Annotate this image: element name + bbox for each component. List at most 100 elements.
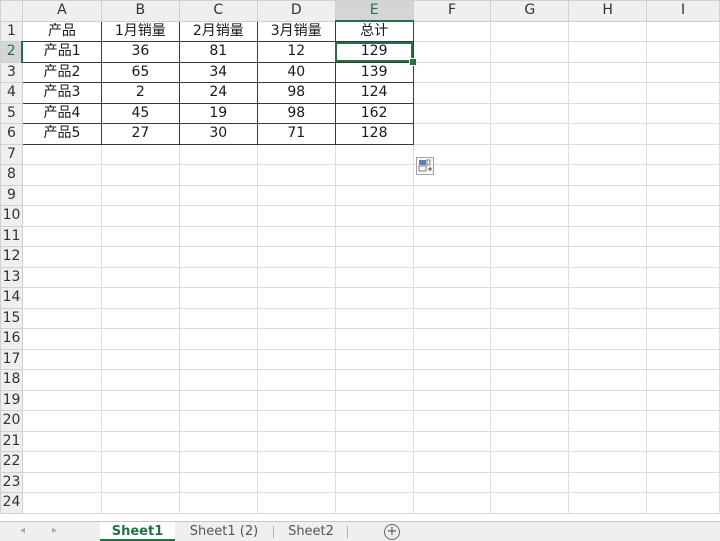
row-header[interactable]: 1 [0,20,23,42]
cell-h7[interactable] [568,143,648,165]
cell-d9[interactable] [256,184,336,206]
cell-a9[interactable] [21,184,102,206]
cell-c1[interactable]: 2月销量 [178,20,258,42]
cell-b7[interactable] [100,143,180,165]
cell-c18[interactable] [178,369,258,391]
row-header[interactable]: 8 [0,164,23,186]
cell-c14[interactable] [178,287,258,309]
cell-c6[interactable]: 30 [178,123,258,145]
row-header[interactable]: 19 [0,389,23,411]
cell-i6[interactable] [646,123,720,145]
cell-d12[interactable] [256,246,336,268]
cell-d3[interactable]: 40 [256,61,336,83]
cell-d14[interactable] [256,287,336,309]
cell-i10[interactable] [646,205,720,227]
cell-c8[interactable] [178,164,258,186]
cell-f24[interactable] [412,492,492,514]
row-header[interactable]: 3 [0,61,23,83]
cell-c20[interactable] [178,410,258,432]
cell-b12[interactable] [100,246,180,268]
cell-c13[interactable] [178,266,258,288]
cell-g12[interactable] [490,246,570,268]
cell-a12[interactable] [21,246,102,268]
select-all-corner[interactable] [0,0,23,22]
cell-b21[interactable] [100,430,180,452]
row-header[interactable]: 20 [0,410,23,432]
cell-h12[interactable] [568,246,648,268]
cell-h17[interactable] [568,348,648,370]
cell-a16[interactable] [21,328,102,350]
cell-i3[interactable] [646,61,720,83]
cell-f15[interactable] [412,307,492,329]
cell-b1[interactable]: 1月销量 [100,20,180,42]
cell-b6[interactable]: 27 [100,123,180,145]
cell-a4[interactable]: 产品3 [21,82,102,104]
cell-e6[interactable]: 128 [334,123,414,145]
row-header[interactable]: 22 [0,451,23,473]
cell-g14[interactable] [490,287,570,309]
cell-h4[interactable] [568,82,648,104]
cell-a23[interactable] [21,471,102,493]
cell-i1[interactable] [646,20,720,42]
cell-a17[interactable] [21,348,102,370]
row-header[interactable]: 6 [0,123,23,145]
cell-f17[interactable] [412,348,492,370]
cell-b2[interactable]: 36 [100,41,180,63]
cell-a19[interactable] [21,389,102,411]
cell-d22[interactable] [256,451,336,473]
cell-b3[interactable]: 65 [100,61,180,83]
cell-e8[interactable] [334,164,414,186]
cell-d2[interactable]: 12 [256,41,336,63]
cell-i11[interactable] [646,225,720,247]
cell-d24[interactable] [256,492,336,514]
cell-h9[interactable] [568,184,648,206]
cell-g17[interactable] [490,348,570,370]
cell-a3[interactable]: 产品2 [21,61,102,83]
cell-d8[interactable] [256,164,336,186]
cell-f2[interactable] [412,41,492,63]
row-header[interactable]: 17 [0,348,23,370]
cell-f9[interactable] [412,184,492,206]
cell-c3[interactable]: 34 [178,61,258,83]
cell-e24[interactable] [334,492,414,514]
cell-g6[interactable] [490,123,570,145]
cell-h10[interactable] [568,205,648,227]
row-header[interactable]: 5 [0,102,23,124]
cell-i5[interactable] [646,102,720,124]
cell-d17[interactable] [256,348,336,370]
cell-f3[interactable] [412,61,492,83]
cell-g24[interactable] [490,492,570,514]
cell-a11[interactable] [21,225,102,247]
cell-g23[interactable] [490,471,570,493]
cell-e1[interactable]: 总计 [334,20,414,42]
cell-a2[interactable]: 产品1 [21,41,102,63]
cell-c11[interactable] [178,225,258,247]
cell-e11[interactable] [334,225,414,247]
cell-e9[interactable] [334,184,414,206]
cell-h6[interactable] [568,123,648,145]
sheet-tab-sheet2[interactable]: Sheet2 [276,522,346,541]
cell-b19[interactable] [100,389,180,411]
cell-a15[interactable] [21,307,102,329]
cell-i19[interactable] [646,389,720,411]
row-header[interactable]: 14 [0,287,23,309]
column-header-e[interactable]: E [334,0,414,22]
cell-c24[interactable] [178,492,258,514]
cell-e2[interactable]: 129 [334,41,414,63]
cell-h2[interactable] [568,41,648,63]
cell-e12[interactable] [334,246,414,268]
cell-i20[interactable] [646,410,720,432]
cell-a10[interactable] [21,205,102,227]
cell-h15[interactable] [568,307,648,329]
cell-g2[interactable] [490,41,570,63]
tab-scroll-left-icon[interactable]: ◂ [20,525,25,536]
row-header[interactable]: 9 [0,184,23,206]
cell-e18[interactable] [334,369,414,391]
cell-d10[interactable] [256,205,336,227]
cell-g5[interactable] [490,102,570,124]
cell-a13[interactable] [21,266,102,288]
column-header-d[interactable]: D [256,0,336,22]
cell-b9[interactable] [100,184,180,206]
cell-h22[interactable] [568,451,648,473]
row-header[interactable]: 16 [0,328,23,350]
